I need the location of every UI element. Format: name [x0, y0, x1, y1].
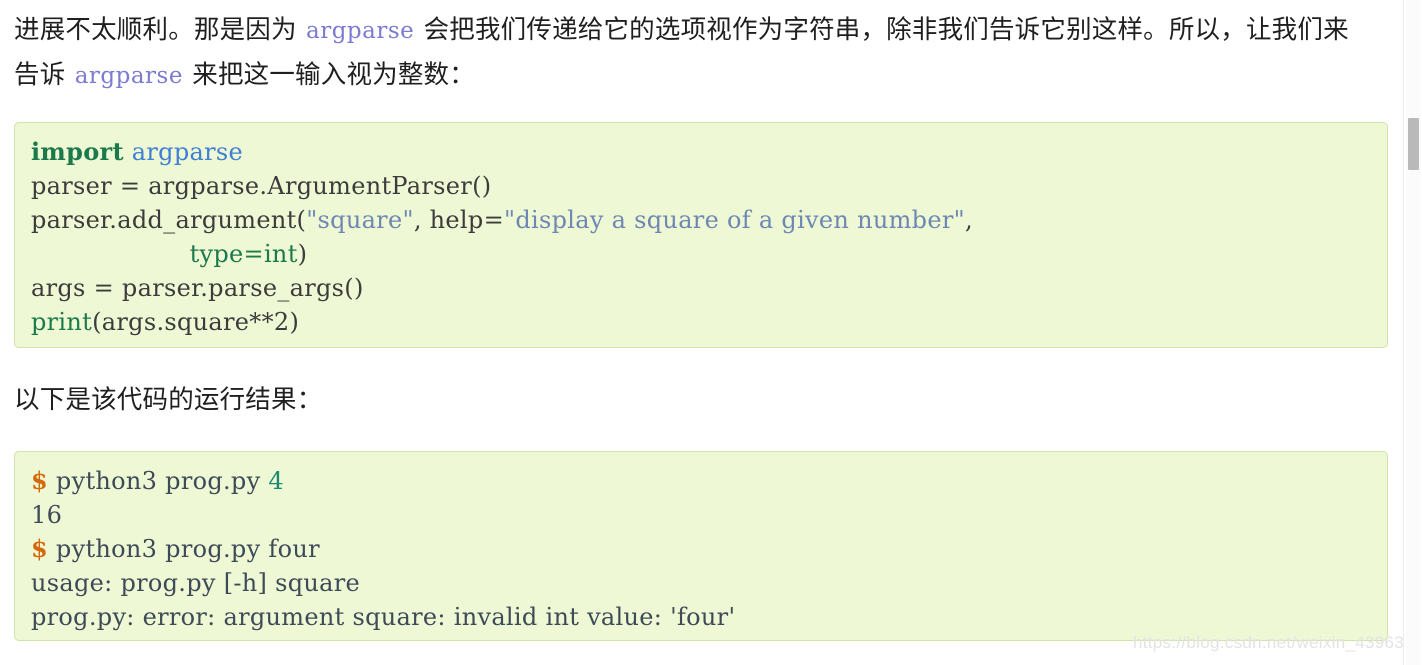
intro-paragraph: 进展不太顺利。那是因为 argparse 会把我们传递给它的选项视作为字符串，除…: [0, 8, 1390, 98]
code-line: 16: [31, 498, 1371, 532]
code-token: python3 prog.py four: [48, 535, 320, 563]
code-token: type=int: [189, 240, 298, 268]
code-line: import argparse: [31, 135, 1371, 169]
code-token: (args.square**2): [92, 308, 300, 336]
code-token: "square": [306, 206, 414, 234]
code-token: ,: [964, 206, 973, 234]
scrollbar-thumb[interactable]: [1408, 118, 1419, 170]
code-token: ): [297, 240, 308, 268]
scrollbar-track[interactable]: [1406, 0, 1421, 665]
code-token: import: [31, 137, 124, 166]
code-token: print: [31, 308, 93, 336]
code-line: parser.add_argument("square", help="disp…: [31, 203, 1371, 237]
code-token: argparse: [131, 138, 243, 166]
code-line: parser = argparse.ArgumentParser(): [31, 169, 1371, 203]
code-token: 16: [31, 501, 63, 529]
intro-text-part-3: 来把这一输入视为整数：: [184, 61, 475, 89]
python-code-lines: import argparse parser = argparse.Argumen…: [31, 135, 1371, 339]
code-token: args = parser.parse_args(): [31, 274, 364, 302]
code-token: $: [31, 466, 48, 495]
code-token: parser = argparse.ArgumentParser(): [31, 172, 492, 200]
code-line: usage: prog.py [-h] square: [31, 566, 1371, 600]
code-token: usage: prog.py [-h] square: [31, 569, 361, 597]
terminal-output-lines: $ python3 prog.py 4 16 $ python3 prog.py f…: [31, 464, 1371, 634]
code-token: $: [31, 534, 48, 563]
code-line: $ python3 prog.py 4: [31, 464, 1371, 498]
code-line: print(args.square**2): [31, 305, 1371, 339]
code-token: 4: [268, 467, 284, 495]
code-line: type=int): [31, 237, 1371, 271]
document-page: 进展不太顺利。那是因为 argparse 会把我们传递给它的选项视作为字符串，除…: [0, 0, 1422, 665]
code-token: "display a square of a given number": [503, 206, 965, 234]
code-token: parser.add_argument(: [31, 206, 307, 234]
code-token: prog.py: error: argument square: invalid…: [31, 603, 736, 631]
code-line: $ python3 prog.py four: [31, 532, 1371, 566]
terminal-output-block: $ python3 prog.py 4 16 $ python3 prog.py f…: [14, 451, 1388, 641]
inline-code-argparse-2: argparse: [74, 63, 183, 89]
code-line: prog.py: error: argument square: invalid…: [31, 600, 1371, 634]
code-line: args = parser.parse_args(): [31, 271, 1371, 305]
python-code-block: import argparse parser = argparse.Argumen…: [14, 122, 1388, 348]
page-scrollbar[interactable]: [1403, 0, 1422, 665]
inline-code-argparse-1: argparse: [306, 18, 415, 44]
result-paragraph: 以下是该代码的运行结果：: [14, 386, 323, 414]
intro-text-part-1: 进展不太顺利。那是因为: [14, 16, 304, 44]
code-token: , help=: [413, 206, 504, 234]
code-token: python3 prog.py: [48, 467, 269, 495]
